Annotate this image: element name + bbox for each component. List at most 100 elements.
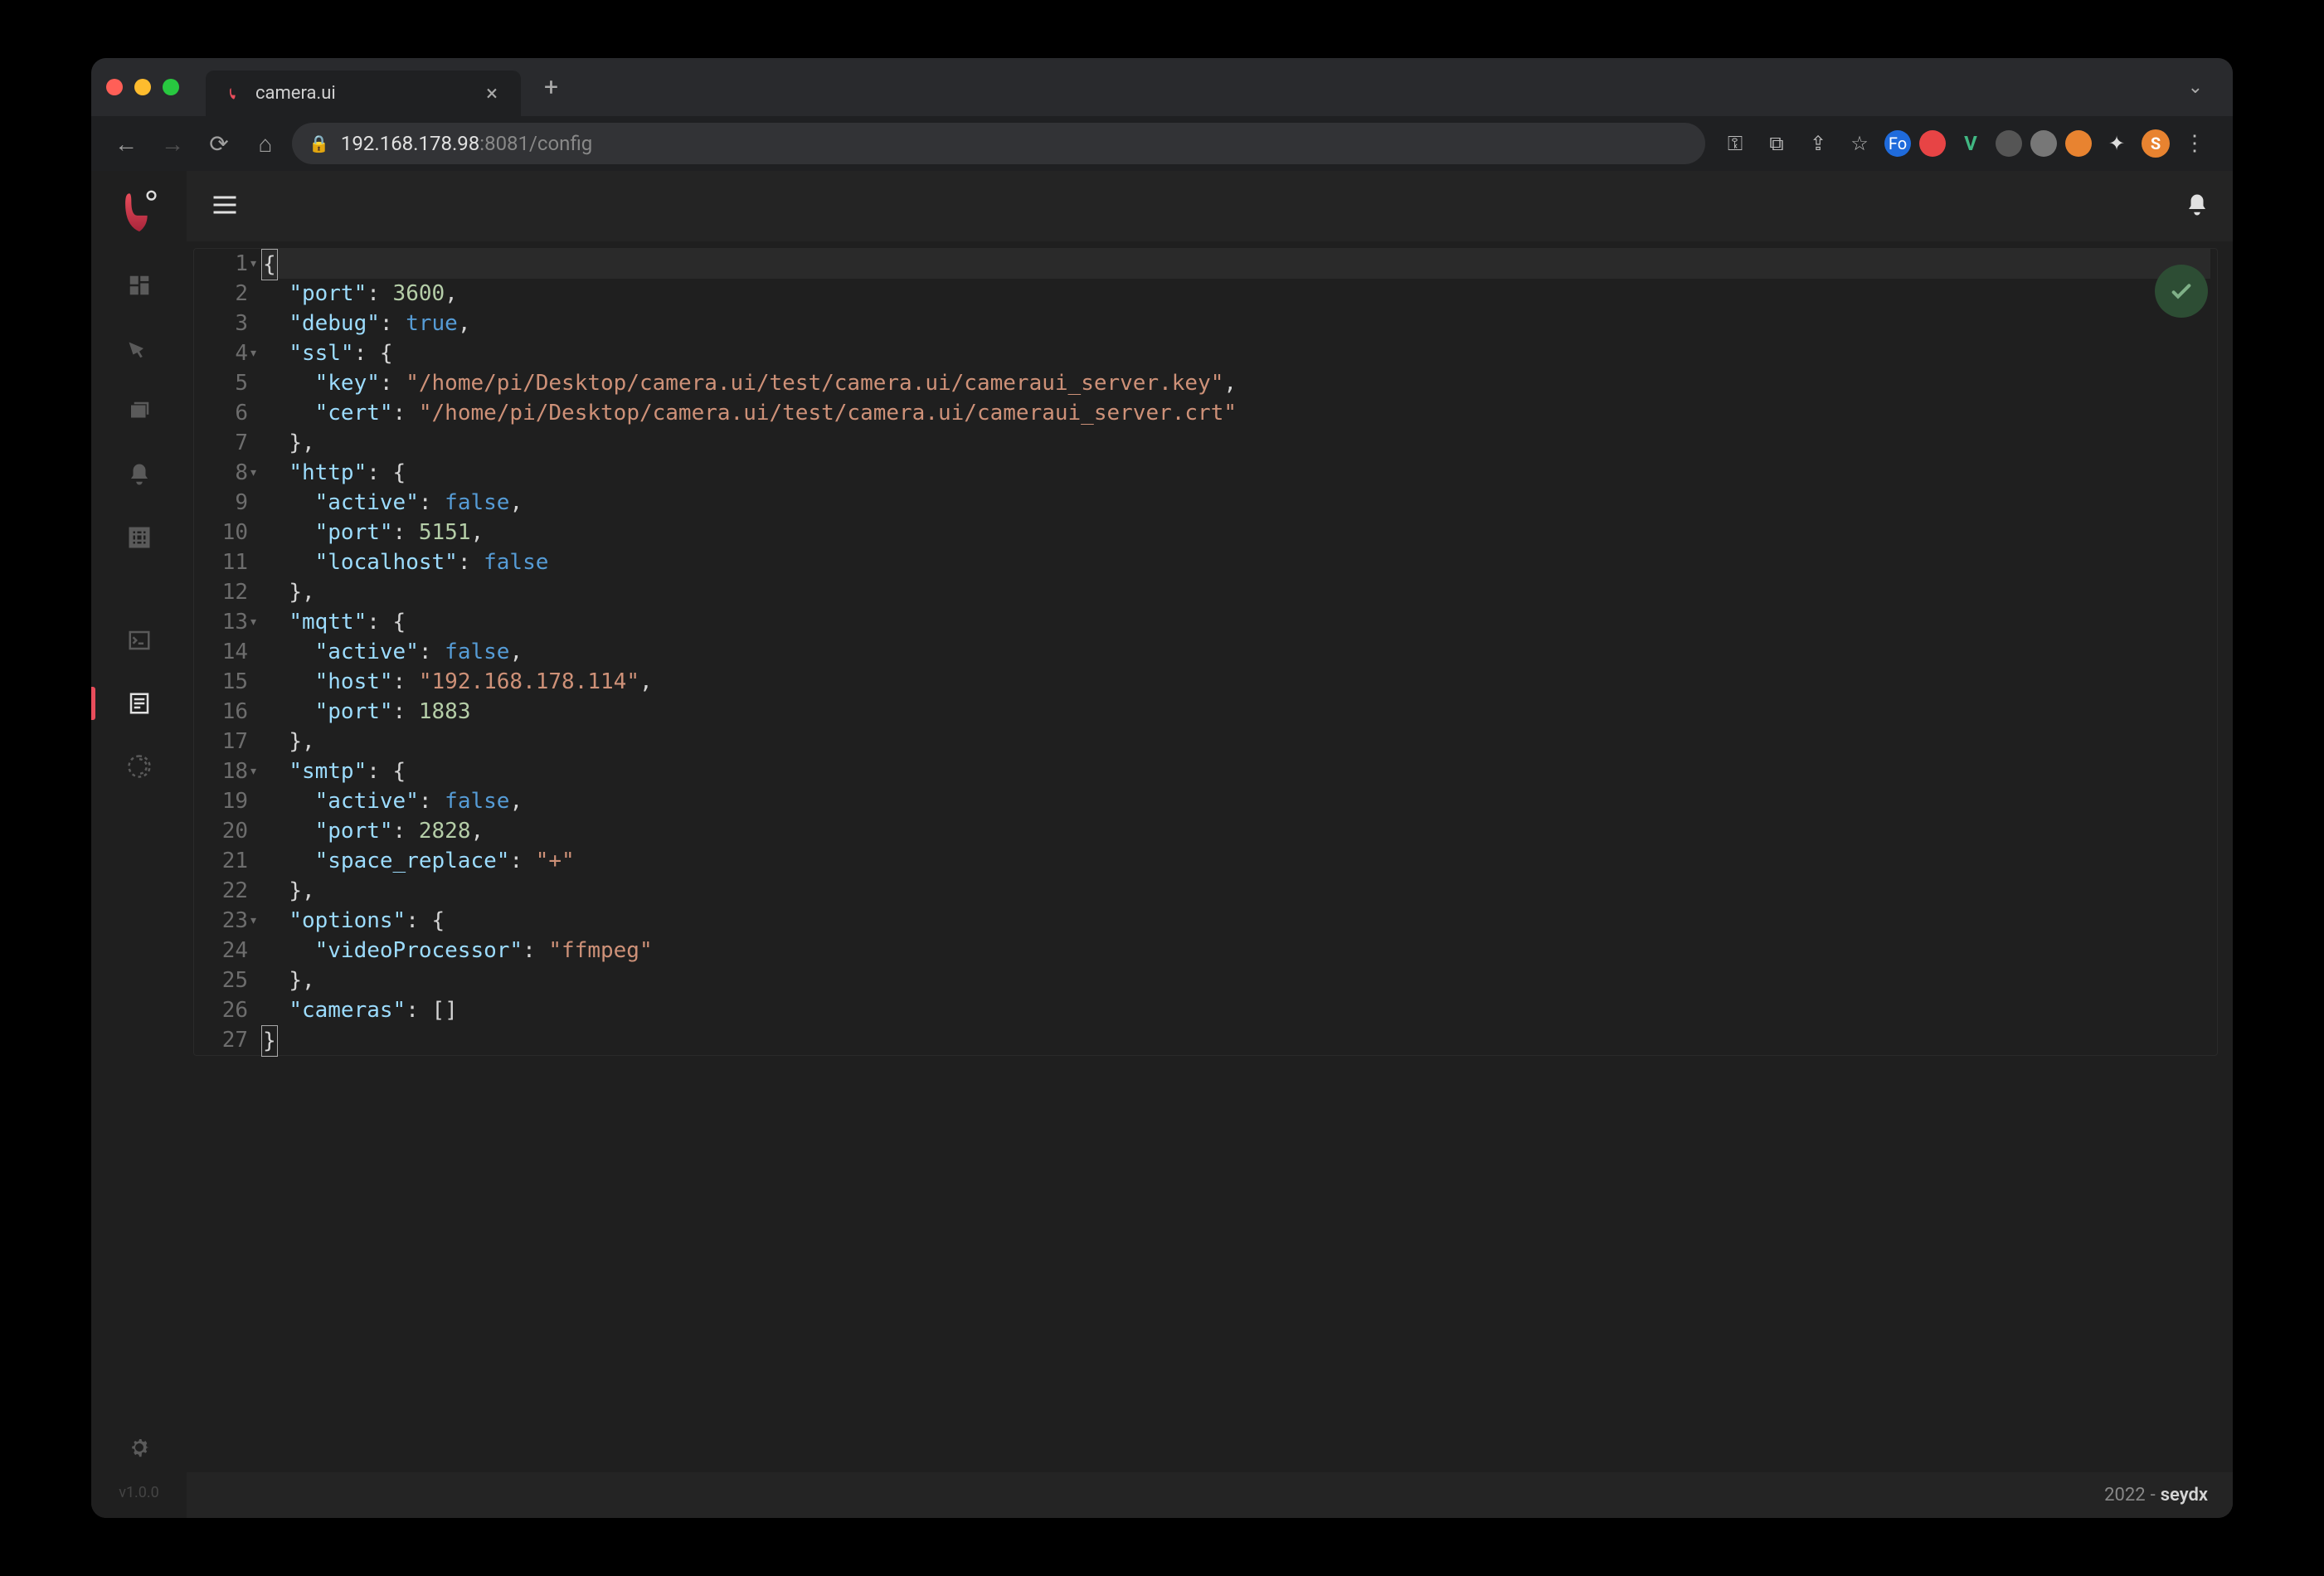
extension-icon[interactable] <box>1996 130 2022 157</box>
save-button[interactable] <box>2155 265 2208 318</box>
line-number: 8▾ <box>194 458 248 488</box>
browser-tab-bar: camera.ui × + ⌄ <box>91 58 2233 116</box>
password-key-icon[interactable]: ⚿ <box>1719 127 1752 160</box>
line-number: 2 <box>194 279 248 309</box>
sidebar-item-dashboard[interactable] <box>91 257 187 314</box>
url-text: 192.168.178.98:8081/config <box>341 132 592 155</box>
code-line[interactable]: }, <box>263 428 2210 458</box>
line-number: 18▾ <box>194 756 248 786</box>
fold-marker-icon[interactable]: ▾ <box>249 338 258 368</box>
tabs-menu-button[interactable]: ⌄ <box>2173 77 2218 98</box>
window-minimize-button[interactable] <box>134 79 151 95</box>
profile-avatar[interactable]: S <box>2142 129 2170 158</box>
code-line[interactable]: "cert": "/home/pi/Desktop/camera.ui/test… <box>263 398 2210 428</box>
code-line[interactable]: "localhost": false <box>263 547 2210 577</box>
browser-menu-button[interactable]: ⋮ <box>2178 127 2211 160</box>
home-button[interactable]: ⌂ <box>246 124 285 163</box>
tab-title: camera.ui <box>255 83 469 104</box>
line-number: 25 <box>194 966 248 995</box>
code-line[interactable]: "active": false, <box>263 786 2210 816</box>
code-line[interactable]: "port": 2828, <box>263 816 2210 846</box>
reload-button[interactable]: ⟳ <box>199 124 239 163</box>
sidebar-item-camview[interactable] <box>91 509 187 566</box>
line-number: 15 <box>194 667 248 697</box>
code-line[interactable]: { <box>263 249 2210 279</box>
code-line[interactable]: }, <box>263 876 2210 906</box>
sidebar-item-settings[interactable] <box>119 1419 159 1476</box>
fold-marker-icon[interactable]: ▾ <box>249 607 258 637</box>
code-line[interactable]: "cameras": [] <box>263 995 2210 1025</box>
window-controls <box>106 79 179 95</box>
url-input[interactable]: 🔒 192.168.178.98:8081/config <box>292 123 1705 164</box>
window-close-button[interactable] <box>106 79 123 95</box>
line-number: 24 <box>194 936 248 966</box>
code-line[interactable]: "mqtt": { <box>263 607 2210 637</box>
code-line[interactable]: }, <box>263 577 2210 607</box>
line-number: 27 <box>194 1025 248 1055</box>
version-label: v1.0.0 <box>119 1484 159 1501</box>
code-line[interactable]: "active": false, <box>263 488 2210 518</box>
line-number: 19 <box>194 786 248 816</box>
sidebar-item-notifications[interactable] <box>91 446 187 503</box>
code-line[interactable]: }, <box>263 727 2210 756</box>
forward-button[interactable]: → <box>153 124 192 163</box>
json-editor[interactable]: 1▾234▾5678▾910111213▾1415161718▾19202122… <box>193 248 2218 1056</box>
app-logo[interactable] <box>115 187 163 236</box>
sidebar-item-cameras[interactable] <box>91 320 187 377</box>
code-content[interactable]: { "port": 3600, "debug": true, "ssl": { … <box>256 249 2217 1055</box>
line-gutter: 1▾234▾5678▾910111213▾1415161718▾19202122… <box>194 249 256 1055</box>
extensions-menu-icon[interactable]: ✦ <box>2100 127 2133 160</box>
address-bar-actions: ⚿ ⧉ ⇪ ☆ Fo V ✦ S ⋮ <box>1712 127 2218 160</box>
browser-tab[interactable]: camera.ui × <box>206 71 521 116</box>
code-line[interactable]: "active": false, <box>263 637 2210 667</box>
top-bar <box>187 171 2233 241</box>
line-number: 1▾ <box>194 249 248 279</box>
bookmark-star-icon[interactable]: ☆ <box>1843 127 1876 160</box>
extension-icon[interactable] <box>2030 130 2057 157</box>
code-line[interactable]: "port": 5151, <box>263 518 2210 547</box>
sidebar-item-utilization[interactable] <box>91 738 187 795</box>
line-number: 7 <box>194 428 248 458</box>
fold-marker-icon[interactable]: ▾ <box>249 458 258 488</box>
extension-icon[interactable] <box>1919 130 1946 157</box>
new-tab-button[interactable]: + <box>532 73 570 102</box>
fold-marker-icon[interactable]: ▾ <box>249 249 258 279</box>
sidebar-item-recordings[interactable] <box>91 383 187 440</box>
sidebar-item-log[interactable] <box>91 612 187 669</box>
code-line[interactable]: "smtp": { <box>263 756 2210 786</box>
vue-devtools-icon[interactable]: V <box>1954 127 1987 160</box>
code-line[interactable]: "debug": true, <box>263 309 2210 338</box>
lock-icon: 🔒 <box>309 134 329 153</box>
fold-marker-icon[interactable]: ▾ <box>249 906 258 936</box>
favicon-icon <box>224 84 244 104</box>
code-line[interactable]: "key": "/home/pi/Desktop/camera.ui/test/… <box>263 368 2210 398</box>
back-button[interactable]: ← <box>106 124 146 163</box>
window-maximize-button[interactable] <box>163 79 179 95</box>
editor-area: 1▾234▾5678▾910111213▾1415161718▾19202122… <box>187 241 2233 1472</box>
menu-toggle-button[interactable] <box>210 190 240 223</box>
tab-close-button[interactable]: × <box>481 81 503 106</box>
extension-icon[interactable] <box>2065 130 2092 157</box>
code-line[interactable]: "http": { <box>263 458 2210 488</box>
code-line[interactable]: "port": 3600, <box>263 279 2210 309</box>
sidebar-item-config[interactable] <box>91 675 187 732</box>
code-line[interactable]: "videoProcessor": "ffmpeg" <box>263 936 2210 966</box>
url-host: 192.168.178.98 <box>341 132 479 155</box>
code-line[interactable]: }, <box>263 966 2210 995</box>
extension-icon[interactable]: Fo <box>1884 130 1911 157</box>
code-line[interactable]: "host": "192.168.178.114", <box>263 667 2210 697</box>
line-number: 4▾ <box>194 338 248 368</box>
line-number: 21 <box>194 846 248 876</box>
line-number: 12 <box>194 577 248 607</box>
code-line[interactable]: "port": 1883 <box>263 697 2210 727</box>
footer: 2022 - seydx <box>187 1472 2233 1518</box>
code-line[interactable]: } <box>263 1025 2210 1055</box>
code-line[interactable]: "space_replace": "+" <box>263 846 2210 876</box>
notifications-button[interactable] <box>2185 192 2210 221</box>
code-line[interactable]: "ssl": { <box>263 338 2210 368</box>
share-icon[interactable]: ⇪ <box>1801 127 1835 160</box>
fold-marker-icon[interactable]: ▾ <box>249 756 258 786</box>
open-external-icon[interactable]: ⧉ <box>1760 127 1793 160</box>
code-line[interactable]: "options": { <box>263 906 2210 936</box>
app-body: v1.0.0 1▾234▾5678▾910111213▾1415161718▾1… <box>91 171 2233 1518</box>
